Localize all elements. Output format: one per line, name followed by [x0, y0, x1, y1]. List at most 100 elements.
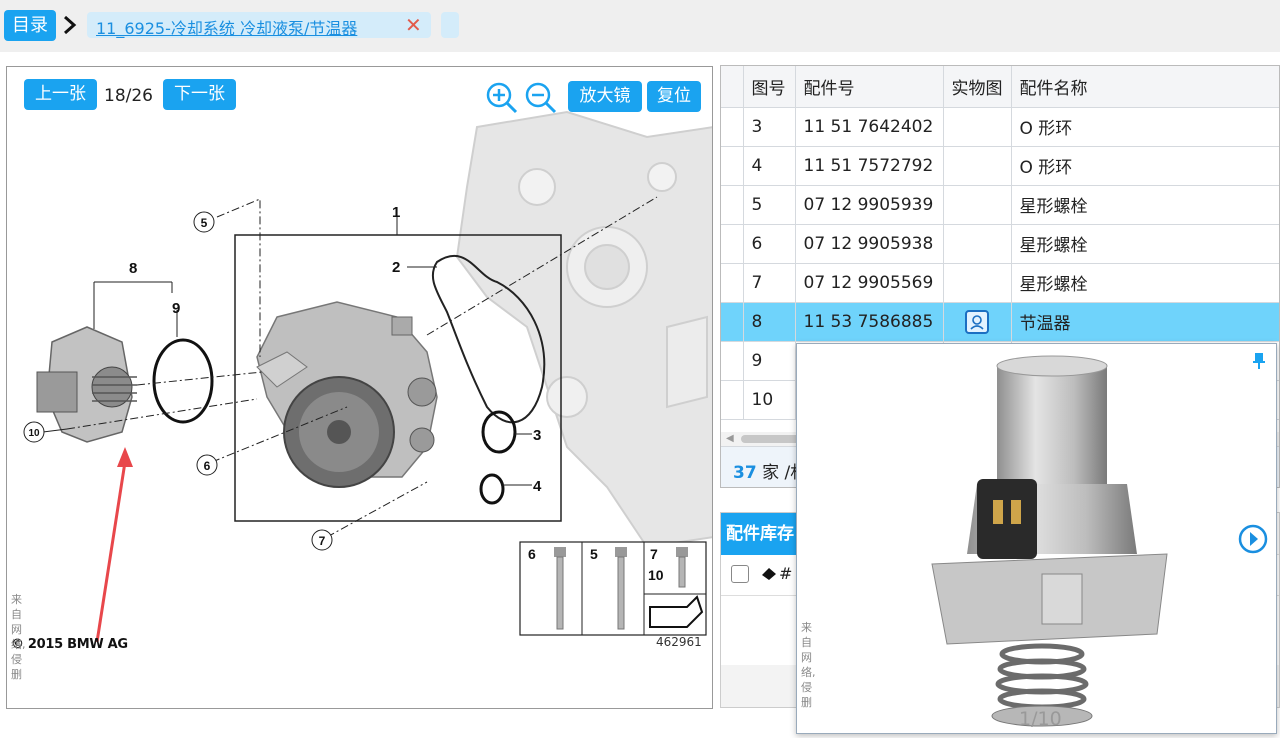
magnifier-button[interactable]: 放大镜: [568, 81, 642, 112]
red-arrow-annotation: [95, 447, 133, 643]
chevron-right-icon: [64, 15, 77, 35]
cell-part-no: 07 12 9905569: [795, 263, 944, 303]
row-gutter: [721, 224, 744, 264]
cell-no: 6: [743, 224, 796, 264]
copyright-text: © 2015 BMW AG: [11, 637, 128, 652]
callout-label: 9: [172, 300, 180, 317]
col-header-no[interactable]: 图号: [743, 66, 796, 108]
cell-no: 7: [743, 263, 796, 303]
photo-popup: 来自网络,侵删 1/10: [796, 343, 1277, 734]
callout-label: 7: [319, 534, 326, 548]
legend-label: 7: [650, 546, 658, 562]
row-gutter: [721, 146, 744, 186]
diagram-viewer: 1 2 3 4 8 9 5 6 7 10 6 5 7 10 上一张 18/26 …: [6, 66, 713, 709]
table-row[interactable]: 7 07 12 9905569 星形螺栓: [721, 263, 1279, 303]
cell-part-no: 11 53 7586885: [795, 302, 944, 342]
cell-part-no: 07 12 9905939: [795, 185, 944, 225]
close-icon[interactable]: ✕: [405, 14, 422, 36]
image-counter: 1/10: [1019, 708, 1062, 730]
tab-cooling-system[interactable]: 11_6925-冷却系统 冷却液泵/节温器 ✕: [87, 12, 431, 38]
page-counter: 18/26: [104, 86, 153, 106]
row-gutter: [721, 263, 744, 303]
eraser-icon[interactable]: [761, 567, 777, 581]
cell-name: 节温器: [1011, 302, 1279, 342]
callout-label: 5: [201, 216, 208, 230]
row-gutter: [721, 107, 744, 147]
drawing-number: 462961: [656, 635, 702, 649]
thermostat-photo: [931, 355, 1168, 727]
cell-name: 星形螺栓: [1011, 185, 1279, 225]
cell-photo: [943, 263, 1012, 303]
row-gutter: [721, 380, 744, 420]
callout-label: 3: [533, 427, 541, 444]
cell-name: 星形螺栓: [1011, 263, 1279, 303]
watermark-text: 来自网络,侵删: [11, 593, 26, 681]
supplier-count-unit: 家 /: [762, 463, 791, 483]
callout-label: 4: [533, 478, 542, 495]
cell-photo: [943, 146, 1012, 186]
cell-name: 星形螺栓: [1011, 224, 1279, 264]
thermostat-image: [36, 326, 137, 443]
table-row[interactable]: 6 07 12 9905938 星形螺栓: [721, 224, 1279, 264]
table-row[interactable]: 3 11 51 7642402 O 形环: [721, 107, 1279, 147]
cell-part-no: 11 51 7642402: [795, 107, 944, 147]
cell-name: O 形环: [1011, 107, 1279, 147]
table-row[interactable]: 8 11 53 7586885 节温器: [721, 302, 1279, 342]
stock-hash-column: #: [779, 564, 793, 583]
legend-label: 5: [590, 546, 598, 562]
cell-photo: [943, 185, 1012, 225]
col-header-name[interactable]: 配件名称: [1011, 66, 1279, 108]
bolt-legend: 6 5 7 10: [519, 541, 707, 636]
col-header-photo[interactable]: 实物图: [943, 66, 1012, 108]
callout-label: 6: [204, 459, 211, 473]
row-gutter: [721, 341, 744, 381]
top-bar: 目录 11_6925-冷却系统 冷却液泵/节温器 ✕: [0, 0, 1280, 52]
engine-block-image: [455, 110, 712, 549]
row-gutter: [721, 185, 744, 225]
callout-label: 8: [129, 260, 137, 277]
cell-no: 8: [743, 302, 796, 342]
o-ring-9: [152, 338, 214, 424]
zoom-in-icon[interactable]: [485, 81, 519, 115]
tab-label[interactable]: 11_6925-冷却系统 冷却液泵/节温器: [96, 15, 357, 39]
col-header-part-no[interactable]: 配件号: [795, 66, 944, 108]
cell-photo: [943, 302, 1012, 342]
callout-label: 10: [28, 428, 40, 439]
callout-label: 2: [392, 259, 400, 276]
prev-image-button[interactable]: 上一张: [24, 79, 97, 110]
next-image-icon[interactable]: [1238, 524, 1268, 554]
cell-part-no: 11 51 7572792: [795, 146, 944, 186]
parts-diagram: 1 2 3 4 8 9 5 6 7 10 6 5 7 10: [23, 110, 712, 643]
scroll-left-icon[interactable]: ◀: [726, 433, 734, 444]
legend-label: 6: [528, 546, 536, 562]
photo-icon[interactable]: [964, 309, 989, 334]
table-row[interactable]: 4 11 51 7572792 O 形环: [721, 146, 1279, 186]
legend-label: 10: [648, 567, 664, 583]
callout-label: 1: [392, 204, 400, 221]
cell-name: O 形环: [1011, 146, 1279, 186]
row-gutter: [721, 302, 744, 342]
cell-no: 10: [743, 380, 796, 420]
zoom-out-icon[interactable]: [524, 81, 558, 115]
tab-stub[interactable]: [441, 12, 459, 38]
table-row[interactable]: 5 07 12 9905939 星形螺栓: [721, 185, 1279, 225]
cell-no: 5: [743, 185, 796, 225]
cell-no: 9: [743, 341, 796, 381]
reset-button[interactable]: 复位: [647, 81, 701, 112]
stock-tab[interactable]: 配件库存: [721, 513, 799, 555]
row-gutter: [721, 66, 744, 108]
next-image-button[interactable]: 下一张: [163, 79, 236, 110]
cell-no: 3: [743, 107, 796, 147]
pin-icon[interactable]: [1252, 352, 1266, 370]
o-ring-4: [479, 473, 505, 505]
select-all-checkbox[interactable]: [731, 565, 749, 583]
water-pump-image: [256, 301, 438, 488]
cell-no: 4: [743, 146, 796, 186]
supplier-count-number: 37: [733, 463, 757, 483]
table-header-row: 图号 配件号 实物图 配件名称: [721, 66, 1279, 108]
cell-photo: [943, 224, 1012, 264]
catalog-button[interactable]: 目录: [4, 10, 56, 41]
cell-part-no: 07 12 9905938: [795, 224, 944, 264]
watermark-text: 来自网络,侵删: [801, 621, 816, 709]
cell-photo: [943, 107, 1012, 147]
